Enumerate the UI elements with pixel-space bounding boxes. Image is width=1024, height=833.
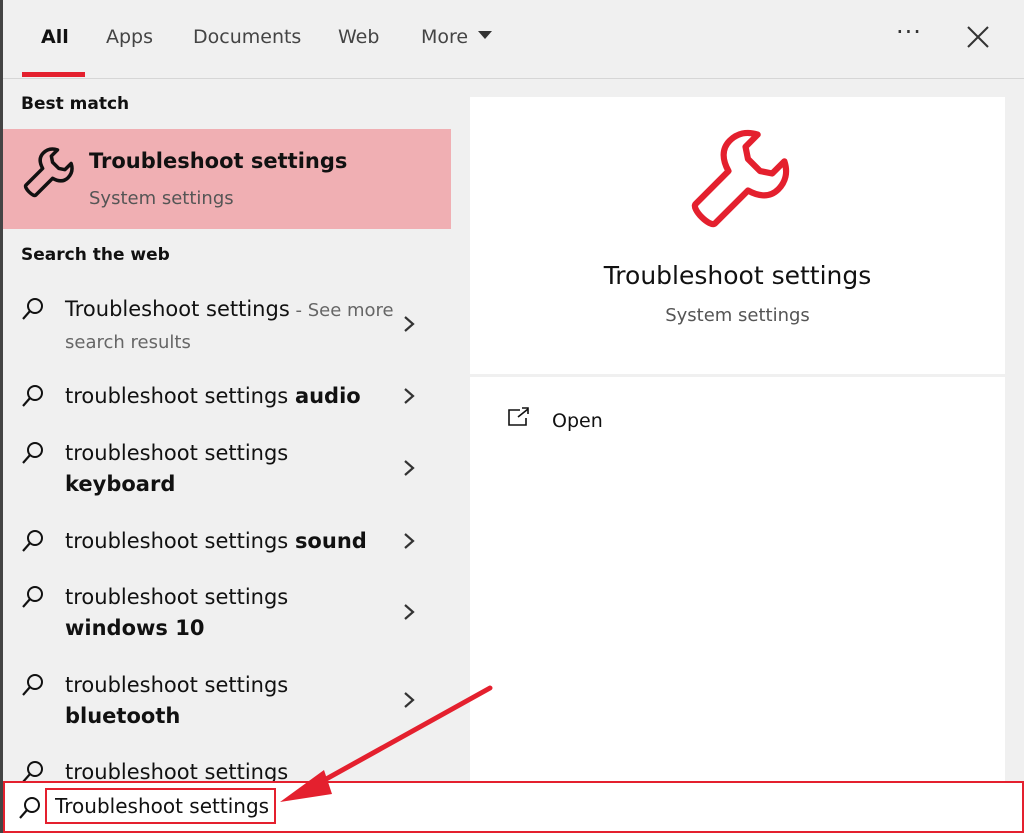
search-icon bbox=[22, 442, 43, 464]
web-result-suggestion: sound bbox=[294, 529, 367, 553]
search-web-heading: Search the web bbox=[21, 245, 170, 265]
tab-more-label: More bbox=[421, 26, 469, 48]
web-result-query: troubleshoot settings bbox=[65, 673, 289, 697]
web-result-text: troubleshoot settings keyboard bbox=[65, 438, 395, 500]
web-result-text: Troubleshoot settings - See more search … bbox=[65, 294, 395, 358]
web-result-text: troubleshoot settings audio bbox=[65, 381, 395, 412]
search-icon bbox=[22, 298, 43, 320]
preview-title: Troubleshoot settings bbox=[603, 261, 872, 290]
web-result-item[interactable]: troubleshoot settings keyboard bbox=[3, 438, 451, 502]
web-result-suggestion: keyboard bbox=[65, 472, 176, 496]
wrench-icon bbox=[691, 129, 790, 228]
search-input-highlight bbox=[45, 788, 285, 824]
chevron-right-icon bbox=[404, 316, 415, 332]
search-icon bbox=[22, 530, 43, 552]
best-match-subtitle: System settings bbox=[89, 188, 234, 209]
chevron-right-icon bbox=[404, 692, 415, 708]
wrench-icon bbox=[23, 147, 74, 198]
search-bar bbox=[3, 781, 1024, 833]
web-result-suggestion: bluetooth bbox=[65, 704, 181, 728]
preview-pane: Troubleshoot settings System settings bbox=[470, 97, 1005, 374]
web-result-item[interactable]: Troubleshoot settings - See more search … bbox=[3, 294, 451, 358]
web-result-suggestion: audio bbox=[294, 384, 361, 408]
search-icon bbox=[22, 385, 43, 407]
web-result-text: troubleshoot settings sound bbox=[65, 526, 395, 557]
web-result-query: troubleshoot settings bbox=[65, 384, 295, 408]
search-icon bbox=[22, 586, 43, 608]
filter-tab-bar: All Apps Documents Web More ··· bbox=[3, 0, 1024, 79]
chevron-right-icon bbox=[404, 533, 415, 549]
best-match-heading: Best match bbox=[21, 94, 130, 114]
web-result-item[interactable]: troubleshoot settings bluetooth bbox=[3, 670, 451, 734]
tab-web[interactable]: Web bbox=[338, 26, 379, 48]
best-match-result[interactable]: Troubleshoot settings System settings bbox=[3, 129, 451, 229]
web-result-query: troubleshoot settings bbox=[65, 441, 289, 465]
web-result-query: troubleshoot settings bbox=[65, 585, 289, 609]
open-label: Open bbox=[552, 410, 603, 432]
web-result-item[interactable]: troubleshoot settings bbox=[3, 757, 451, 781]
web-result-query: troubleshoot settings bbox=[65, 529, 295, 553]
web-result-query: Troubleshoot settings bbox=[65, 297, 290, 321]
open-window-icon bbox=[508, 407, 529, 426]
actions-pane: Open bbox=[470, 377, 1005, 781]
more-options-button[interactable]: ··· bbox=[896, 18, 922, 46]
caret-down-icon bbox=[478, 31, 493, 39]
chevron-right-icon bbox=[404, 388, 415, 404]
web-result-item[interactable]: troubleshoot settings sound bbox=[3, 526, 451, 560]
search-input[interactable] bbox=[49, 791, 285, 821]
tab-all[interactable]: All bbox=[41, 26, 69, 48]
active-tab-indicator bbox=[22, 72, 85, 77]
search-icon bbox=[22, 761, 43, 781]
web-result-text: troubleshoot settings bbox=[65, 757, 395, 781]
web-result-item[interactable]: troubleshoot settings audio bbox=[3, 381, 451, 415]
search-icon bbox=[19, 797, 40, 819]
preview-subtitle: System settings bbox=[665, 305, 810, 326]
best-match-title: Troubleshoot settings bbox=[89, 149, 348, 173]
web-result-suggestion: windows 10 bbox=[65, 616, 205, 640]
web-result-text: troubleshoot settings bluetooth bbox=[65, 670, 395, 732]
search-icon bbox=[22, 674, 43, 696]
close-icon[interactable] bbox=[963, 22, 993, 52]
web-result-query: troubleshoot settings bbox=[65, 760, 289, 781]
chevron-right-icon bbox=[404, 604, 415, 620]
tab-documents[interactable]: Documents bbox=[193, 26, 301, 48]
tab-more[interactable]: More bbox=[421, 26, 493, 48]
web-result-text: troubleshoot settings windows 10 bbox=[65, 582, 395, 644]
open-action[interactable]: Open bbox=[506, 407, 706, 439]
chevron-right-icon bbox=[404, 460, 415, 476]
web-result-item[interactable]: troubleshoot settings windows 10 bbox=[3, 582, 451, 646]
tab-apps[interactable]: Apps bbox=[106, 26, 153, 48]
